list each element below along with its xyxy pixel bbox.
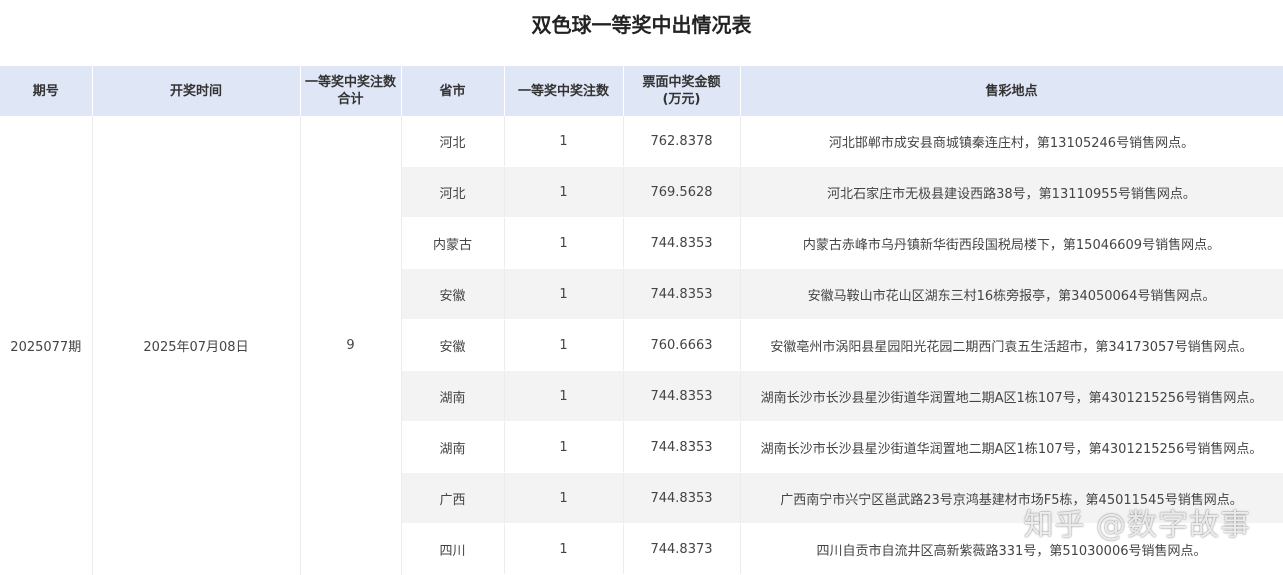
province-cell: 内蒙古 xyxy=(401,217,505,269)
location-cell: 内蒙古赤峰市乌丹镇新华街西段国税局楼下，第15046609号销售网点。 xyxy=(740,217,1283,269)
amount-cell: 769.5628 xyxy=(623,166,741,218)
count-cell: 1 xyxy=(504,319,624,371)
count-cell: 1 xyxy=(504,217,624,269)
header-row: 期号 开奖时间 一等奖中奖注数 合计 省市 一等奖中奖注数 票面中奖金额 (万元… xyxy=(0,66,1283,116)
zhihu-watermark: 知乎 @数字故事 xyxy=(1023,508,1251,543)
header-period: 期号 xyxy=(0,66,93,116)
count-cell: 1 xyxy=(504,472,624,524)
province-cell: 安徽 xyxy=(401,319,505,371)
location-cell: 湖南长沙市长沙县星沙街道华润置地二期A区1栋107号，第4301215256号销… xyxy=(740,370,1283,422)
table-row: 2025077期 2025年07月08日 9 河北 1 762.8378 河北邯… xyxy=(0,116,1283,575)
header-amount-line2: (万元) xyxy=(662,92,701,107)
count-cell: 1 xyxy=(504,523,624,575)
count-cell: 1 xyxy=(504,421,624,473)
location-cell: 安徽马鞍山市花山区湖东三村16栋旁报亭，第34050064号销售网点。 xyxy=(740,268,1283,320)
header-province: 省市 xyxy=(401,66,505,116)
count-cell: 1 xyxy=(504,268,624,320)
header-total: 一等奖中奖注数 合计 xyxy=(300,66,402,116)
province-cell: 安徽 xyxy=(401,268,505,320)
header-amount: 票面中奖金额 (万元) xyxy=(623,66,741,116)
lottery-table: 期号 开奖时间 一等奖中奖注数 合计 省市 一等奖中奖注数 票面中奖金额 (万元… xyxy=(0,66,1283,575)
header-amount-line1: 票面中奖金额 xyxy=(642,75,721,90)
header-draw-time: 开奖时间 xyxy=(92,66,301,116)
amount-cell: 744.8353 xyxy=(623,421,741,473)
draw-time-cell: 2025年07月08日 xyxy=(92,116,301,575)
count-cell: 1 xyxy=(504,116,624,167)
header-location: 售彩地点 xyxy=(740,66,1283,116)
amount-cell: 760.6663 xyxy=(623,319,741,371)
period-cell: 2025077期 xyxy=(0,116,93,575)
province-cell: 河北 xyxy=(401,116,505,167)
header-total-line2: 合计 xyxy=(337,92,364,107)
count-cell: 1 xyxy=(504,166,624,218)
province-cell: 四川 xyxy=(401,523,505,575)
amount-cell: 762.8378 xyxy=(623,116,741,167)
province-cell: 广西 xyxy=(401,472,505,524)
amount-cell: 744.8353 xyxy=(623,472,741,524)
location-cell: 湖南长沙市长沙县星沙街道华润置地二期A区1栋107号，第4301215256号销… xyxy=(740,421,1283,473)
province-cell: 湖南 xyxy=(401,370,505,422)
amount-cell: 744.8353 xyxy=(623,268,741,320)
header-total-line1: 一等奖中奖注数 xyxy=(304,75,396,90)
count-cell: 1 xyxy=(504,370,624,422)
amount-cell: 744.8353 xyxy=(623,217,741,269)
amount-cell: 744.8373 xyxy=(623,523,741,575)
province-cell: 河北 xyxy=(401,166,505,218)
location-cell: 河北邯郸市成安县商城镇秦连庄村，第13105246号销售网点。 xyxy=(740,116,1283,167)
total-count-cell: 9 xyxy=(300,116,402,575)
header-count: 一等奖中奖注数 xyxy=(504,66,624,116)
location-cell: 河北石家庄市无极县建设西路38号，第13110955号销售网点。 xyxy=(740,166,1283,218)
page-title: 双色球一等奖中出情况表 xyxy=(531,13,752,37)
amount-cell: 744.8353 xyxy=(623,370,741,422)
location-cell: 安徽亳州市涡阳县星园阳光花园二期西门袁五生活超市，第34173057号销售网点。 xyxy=(740,319,1283,371)
province-cell: 湖南 xyxy=(401,421,505,473)
